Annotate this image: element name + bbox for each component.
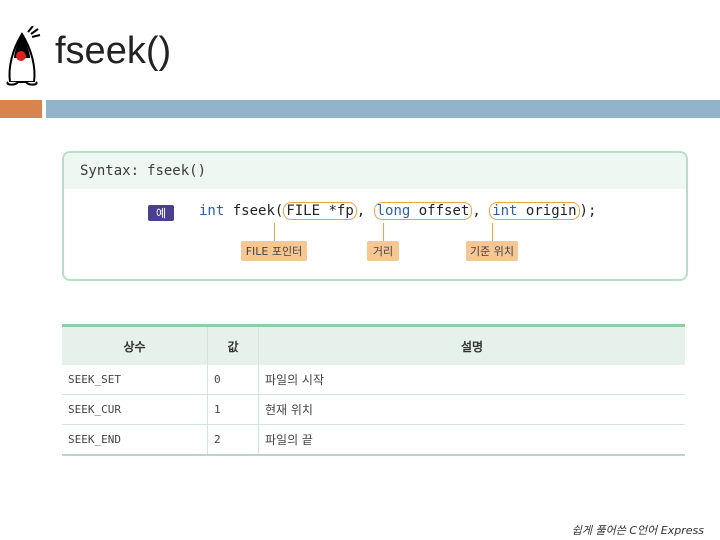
java-duke-logo-icon	[6, 26, 41, 86]
param-offset-type: long	[376, 203, 411, 219]
table-row: SEEK_END 2 파일의 끝	[62, 424, 685, 456]
constants-table: 상수 값 설명 SEEK_SET 0 파일의 시작 SEEK_CUR 1 현재 …	[62, 324, 685, 456]
param-offset-name: offset	[410, 203, 470, 219]
cell-value: 1	[207, 394, 259, 425]
footer-book-title: 쉽게 풀어쓴 C언어 Express	[571, 524, 704, 537]
cell-constant: SEEK_SET	[62, 365, 208, 395]
label-distance: 거리	[367, 241, 399, 261]
title-underline-bar	[46, 100, 720, 118]
function-call: fseek(	[232, 203, 284, 219]
param-offset: long offset	[373, 202, 473, 220]
cell-constant: SEEK_END	[62, 424, 208, 456]
syntax-header: Syntax: fseek()	[64, 153, 686, 189]
cell-description: 파일의 시작	[258, 365, 685, 395]
label-file-pointer: FILE 포인터	[241, 241, 307, 261]
example-badge: 예	[148, 205, 174, 221]
connector-line	[274, 223, 275, 241]
code-end: );	[579, 203, 597, 219]
connector-line	[492, 223, 493, 241]
param-origin: int origin	[489, 202, 580, 220]
page-title: fseek()	[55, 30, 172, 72]
table-header-row: 상수 값 설명	[62, 324, 685, 365]
cell-description: 파일의 끝	[258, 424, 685, 456]
syntax-box: Syntax: fseek() 예 int fseek(FILE *fp, lo…	[62, 151, 688, 281]
code-example: int fseek(FILE *fp, long offset, int ori…	[199, 202, 597, 220]
connector-line	[383, 223, 384, 241]
param-fp: FILE *fp	[283, 202, 357, 220]
cell-value: 0	[207, 365, 259, 395]
column-header-value: 값	[207, 324, 259, 365]
table-row: SEEK_CUR 1 현재 위치	[62, 394, 685, 425]
title-accent-bar	[0, 100, 42, 118]
syntax-label: Syntax:	[80, 163, 140, 179]
return-type: int	[199, 203, 225, 219]
param-origin-name: origin	[517, 203, 577, 219]
table-row: SEEK_SET 0 파일의 시작	[62, 365, 685, 395]
cell-description: 현재 위치	[258, 394, 685, 425]
column-header-description: 설명	[258, 324, 685, 365]
column-header-constant: 상수	[62, 324, 208, 365]
param-origin-type: int	[492, 203, 518, 219]
param-separator: ,	[356, 203, 374, 219]
cell-value: 2	[207, 424, 259, 456]
label-origin: 기준 위치	[466, 241, 518, 261]
param-separator: ,	[472, 203, 490, 219]
syntax-function-name: fseek()	[147, 163, 207, 179]
cell-constant: SEEK_CUR	[62, 394, 208, 425]
